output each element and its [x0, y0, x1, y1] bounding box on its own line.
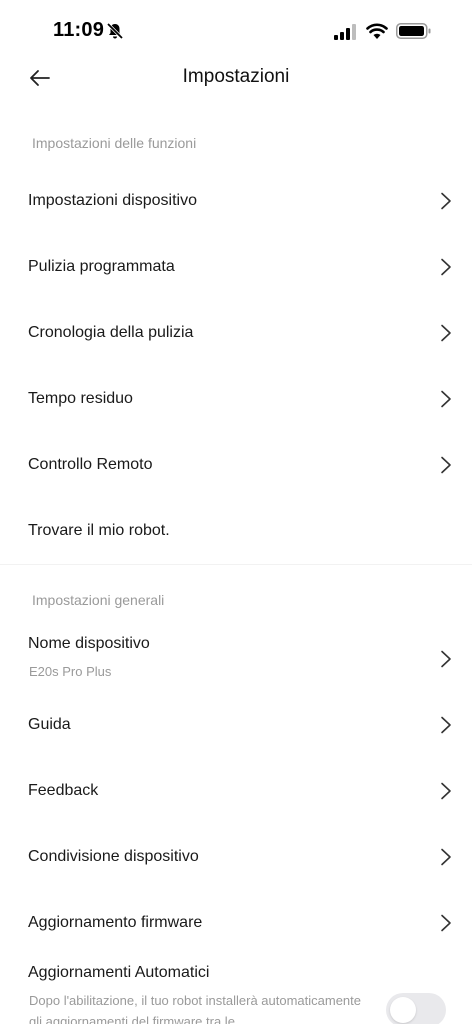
page-title: Impostazioni	[182, 66, 290, 87]
auto-update-description: Dopo l'abilitazione, il tuo robot instal…	[29, 993, 362, 1024]
nav-bar: Impostazioni	[0, 52, 472, 104]
status-time: 11:09	[53, 19, 105, 41]
chevron-right-icon	[441, 324, 451, 342]
chevron-right-icon	[441, 192, 451, 210]
settings-item-find-robot[interactable]: Trovare il mio robot.	[0, 498, 472, 564]
settings-item-device-name[interactable]: Nome dispositivo E20s Pro Plus	[0, 625, 472, 695]
settings-item-remote-control[interactable]: Controllo Remoto	[0, 432, 472, 498]
battery-icon	[396, 23, 431, 39]
settings-item-label: Aggiornamento firmware	[28, 914, 203, 931]
settings-item-label: Condivisione dispositivo	[28, 848, 199, 865]
settings-item-label: Pulizia programmata	[28, 258, 175, 275]
chevron-right-icon	[441, 848, 451, 866]
status-bar: 11:09	[0, 0, 472, 60]
wifi-icon	[366, 23, 388, 39]
chevron-right-icon	[441, 258, 451, 276]
settings-item-label: Impostazioni dispositivo	[28, 192, 197, 209]
settings-item-remaining-time[interactable]: Tempo residuo	[0, 366, 472, 432]
settings-item-feedback[interactable]: Feedback	[0, 758, 472, 824]
settings-item-guide[interactable]: Guida	[0, 692, 472, 758]
settings-item-device-sharing[interactable]: Condivisione dispositivo	[0, 824, 472, 890]
section-header-general: Impostazioni generali	[32, 592, 165, 608]
settings-item-firmware-update[interactable]: Aggiornamento firmware	[0, 890, 472, 956]
settings-item-label: Nome dispositivo	[28, 635, 150, 652]
chevron-right-icon	[441, 456, 451, 474]
signal-icon	[334, 24, 356, 40]
settings-item-label: Guida	[28, 716, 71, 733]
chevron-right-icon	[441, 650, 451, 668]
settings-item-label: Controllo Remoto	[28, 456, 153, 473]
chevron-right-icon	[441, 782, 451, 800]
chevron-right-icon	[441, 716, 451, 734]
auto-update-label: Aggiornamenti Automatici	[28, 964, 210, 981]
settings-item-label: Cronologia della pulizia	[28, 324, 194, 341]
section-header-functions: Impostazioni delle funzioni	[32, 135, 197, 151]
device-name-value: E20s Pro Plus	[29, 664, 112, 679]
chevron-right-icon	[441, 914, 451, 932]
section-divider	[0, 564, 472, 565]
chevron-right-icon	[441, 390, 451, 408]
settings-item-label: Tempo residuo	[28, 390, 133, 407]
auto-update-toggle[interactable]	[386, 993, 446, 1024]
settings-item-scheduled-cleaning[interactable]: Pulizia programmata	[0, 234, 472, 300]
settings-item-label: Feedback	[28, 782, 99, 799]
settings-item-cleaning-history[interactable]: Cronologia della pulizia	[0, 300, 472, 366]
settings-item-device-settings[interactable]: Impostazioni dispositivo	[0, 168, 472, 234]
bell-off-icon	[106, 22, 124, 40]
settings-item-label: Trovare il mio robot.	[28, 522, 170, 539]
toggle-knob	[390, 997, 416, 1023]
